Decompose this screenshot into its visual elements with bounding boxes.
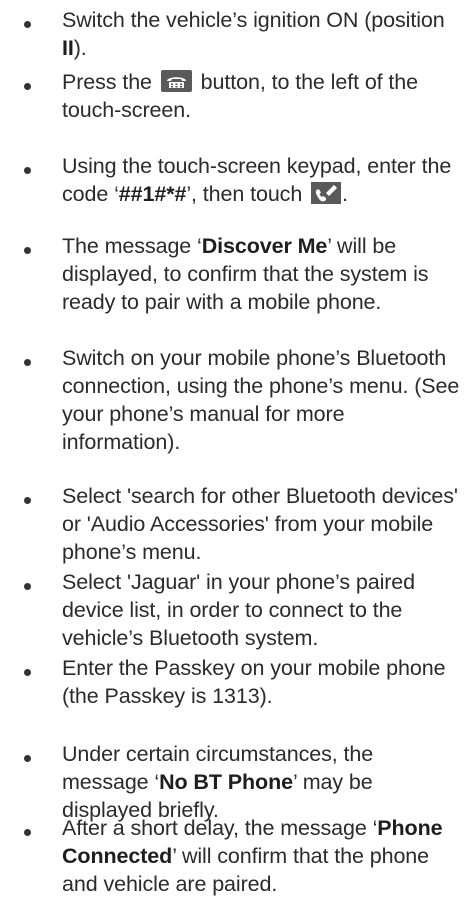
body-text: Select 'Jaguar' in your phone’s paired d… [62, 570, 416, 650]
body-text: ’, then touch [186, 182, 309, 206]
step-text: Enter the Passkey on your mobile phone (… [62, 654, 462, 710]
phone-menu-icon [160, 70, 192, 92]
body-text: Enter the Passkey on your mobile phone (… [62, 656, 446, 708]
bullet-dot [24, 247, 31, 254]
bullet-dot [24, 497, 31, 504]
step-text: Select 'Jaguar' in your phone’s paired d… [62, 568, 462, 652]
bullet-dot [24, 583, 31, 590]
emphasis-text: II [62, 36, 74, 60]
body-text: The message ‘ [62, 234, 202, 258]
step-text: Select 'search for other Bluetooth devic… [62, 482, 462, 566]
bullet-dot [24, 167, 31, 174]
body-text: Switch the vehicle’s ignition ON (positi… [62, 8, 445, 32]
body-text: . [342, 182, 348, 206]
body-text: ). [73, 36, 87, 60]
bullet-dot [24, 359, 31, 366]
body-text: Switch on your mobile phone’s Bluetooth … [62, 346, 460, 454]
emphasis-text: ##1#*# [118, 182, 187, 206]
step-text: Under certain circumstances, the message… [62, 740, 462, 824]
bullet-dot [24, 829, 31, 836]
body-text: Press the [62, 70, 158, 94]
step-text: Switch the vehicle’s ignition ON (positi… [62, 6, 462, 62]
body-text: After a short delay, the message ‘ [62, 816, 378, 840]
step-text: The message ‘Discover Me’ will be displa… [62, 232, 462, 316]
call-handset-icon [311, 182, 342, 204]
body-text: Select 'search for other Bluetooth devic… [62, 484, 458, 564]
instruction-page: Switch the vehicle’s ignition ON (positi… [0, 0, 464, 896]
step-text: After a short delay, the message ‘Phone … [62, 814, 462, 898]
bullet-dot [24, 669, 31, 676]
bullet-dot [24, 83, 31, 90]
step-text: Using the touch-screen keypad, enter the… [62, 152, 462, 208]
emphasis-text: Discover Me [201, 234, 328, 258]
bullet-dot [24, 755, 31, 762]
step-text: Switch on your mobile phone’s Bluetooth … [62, 344, 462, 456]
bullet-dot [24, 21, 31, 28]
emphasis-text: No BT Phone [159, 770, 293, 794]
step-text: Press the button, to the left of the tou… [62, 68, 462, 124]
